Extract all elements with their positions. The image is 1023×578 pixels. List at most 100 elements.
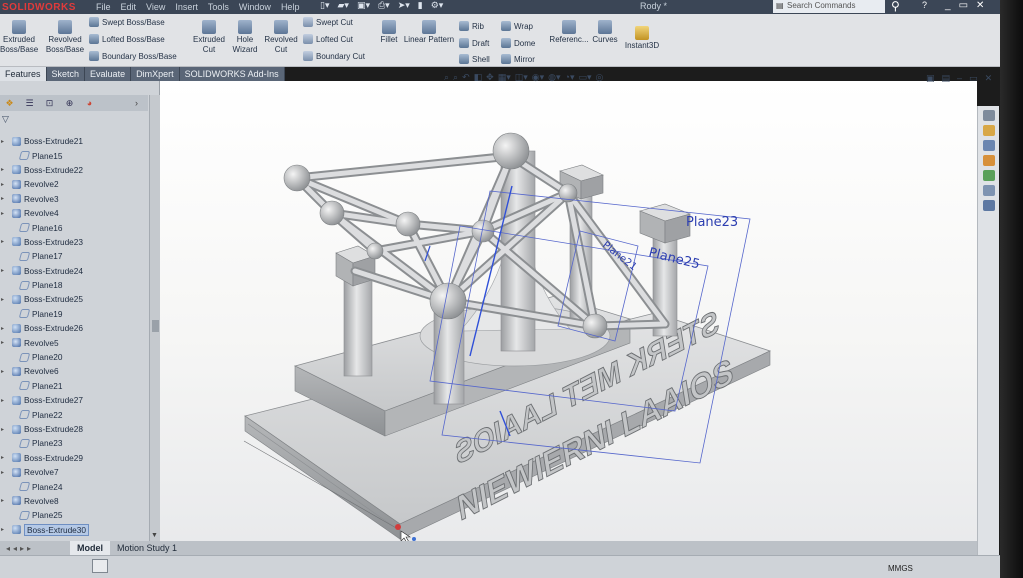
menu-tools[interactable]: Tools [208, 2, 229, 12]
status-toggle-button[interactable] [92, 559, 108, 573]
feature-tree-item[interactable]: ▸ Revolve5 [0, 335, 148, 349]
display-manager-icon[interactable]: ◕ [84, 98, 95, 109]
home-icon[interactable] [982, 110, 995, 121]
search-commands-input[interactable]: ▤ Search Commands [773, 0, 885, 13]
chevron-right-icon[interactable]: › [135, 98, 138, 108]
doc-close-icon[interactable]: ✕ [985, 73, 993, 84]
wrap-button[interactable]: Wrap [501, 21, 533, 31]
feature-tree-scrollbar[interactable]: ▼ [149, 95, 160, 541]
property-manager-icon[interactable]: ☰ [24, 98, 35, 109]
feature-tree-item[interactable]: Plane16 [0, 220, 148, 234]
shell-button[interactable]: Shell [459, 54, 490, 64]
tab-evaluate[interactable]: Evaluate [85, 67, 132, 81]
feature-tree-item[interactable]: Plane24 [0, 479, 148, 493]
revolved-cut-button[interactable]: Revolved Cut [262, 20, 300, 55]
boundary-cut-button[interactable]: Boundary Cut [303, 51, 365, 61]
feature-tree-item[interactable]: ▸ Boss-Extrude25 [0, 292, 148, 306]
display-style-icon[interactable]: ◫▾ [515, 72, 528, 83]
instant3d-button[interactable]: Instant3D [622, 26, 662, 51]
graphics-viewport[interactable]: NIEWIERNI LAAIOS STERK MET LAAIOS Plane2… [160, 81, 977, 541]
forum-icon[interactable] [982, 200, 995, 211]
tab-features[interactable]: Features [0, 67, 47, 81]
rebuild-icon[interactable]: ▮ [418, 0, 423, 11]
expand-arrow-icon[interactable]: ▸ [1, 339, 4, 346]
configuration-manager-icon[interactable]: ⊡ [44, 98, 55, 109]
feature-tree-item[interactable]: Plane22 [0, 407, 148, 421]
options-gear-icon[interactable]: ⚙▾ [431, 0, 444, 11]
dome-button[interactable]: Dome [501, 38, 535, 48]
feature-tree-item[interactable]: Plane17 [0, 249, 148, 263]
previous-view-icon[interactable]: ↶ [462, 72, 470, 83]
fillet-button[interactable]: Fillet [377, 20, 401, 45]
feature-tree-item[interactable]: Plane19 [0, 307, 148, 321]
feature-tree-item[interactable]: Plane25 [0, 508, 148, 522]
dimxpert-manager-icon[interactable]: ⊕ [64, 98, 75, 109]
expand-arrow-icon[interactable]: ▸ [1, 469, 4, 476]
feature-tree-item[interactable]: ▸ Boss-Extrude29 [0, 451, 148, 465]
zoom-to-fit-icon[interactable]: ⌕ [444, 72, 449, 83]
help-button[interactable]: ? [922, 0, 927, 10]
expand-arrow-icon[interactable]: ▸ [1, 267, 4, 274]
feature-tree-item[interactable]: ▸ Revolve2 [0, 177, 148, 191]
feature-tree-item[interactable]: ▸ Boss-Extrude30 [0, 523, 148, 537]
feature-tree-item[interactable]: ▸ Revolve4 [0, 206, 148, 220]
feature-tree-item[interactable]: ▸ Revolve7 [0, 465, 148, 479]
menu-help[interactable]: Help [281, 2, 300, 12]
extruded-boss-button[interactable]: Extruded Boss/Base [0, 20, 38, 55]
new-document-icon[interactable]: ▯▾ [320, 0, 329, 11]
expand-arrow-icon[interactable]: ▸ [1, 526, 4, 533]
feature-tree-item[interactable]: Plane21 [0, 379, 148, 393]
menu-view[interactable]: View [146, 2, 165, 12]
feature-tree-item[interactable]: Plane23 [0, 436, 148, 450]
expand-arrow-icon[interactable]: ▸ [1, 238, 4, 245]
apply-scene-icon[interactable]: ◔▾ [565, 72, 575, 83]
feature-tree-item[interactable]: ▸ Revolve6 [0, 364, 148, 378]
feature-tree-icon[interactable]: ❖ [4, 98, 15, 109]
draft-button[interactable]: Draft [459, 38, 489, 48]
expand-arrow-icon[interactable]: ▸ [1, 210, 4, 217]
boundary-boss-button[interactable]: Boundary Boss/Base [89, 51, 177, 61]
expand-arrow-icon[interactable]: ▸ [1, 454, 4, 461]
restore-button[interactable]: ▭ [959, 0, 968, 11]
reference-geometry-button[interactable]: Referenc... [548, 20, 590, 45]
print-icon[interactable]: ⎙▾ [378, 0, 390, 11]
expand-arrow-icon[interactable]: ▸ [1, 166, 4, 173]
dynamic-annotation-icon[interactable]: ✥ [486, 72, 494, 83]
feature-tree-item[interactable]: ▸ Boss-Extrude28 [0, 422, 148, 436]
hide-show-items-icon[interactable]: ◉▾ [532, 72, 544, 83]
expand-arrow-icon[interactable]: ▸ [1, 426, 4, 433]
edit-appearance-icon[interactable]: ◍▾ [548, 72, 560, 83]
appearances-icon[interactable] [982, 170, 995, 181]
curves-button[interactable]: Curves [590, 20, 620, 45]
tab-addins[interactable]: SOLIDWORKS Add-Ins [179, 67, 285, 81]
split-view-icon[interactable]: ▣ [926, 73, 935, 84]
expand-arrow-icon[interactable]: ▸ [1, 397, 4, 404]
expand-arrow-icon[interactable]: ▸ [1, 195, 4, 202]
feature-tree-item[interactable]: ▸ Boss-Extrude24 [0, 264, 148, 278]
feature-tree-item[interactable]: ▸ Boss-Extrude23 [0, 235, 148, 249]
section-view-icon[interactable]: ◧ [474, 72, 483, 83]
swept-boss-button[interactable]: Swept Boss/Base [89, 17, 165, 27]
tile-icon[interactable]: ▤ [942, 73, 951, 84]
feature-tree-item[interactable]: ▸ Boss-Extrude26 [0, 321, 148, 335]
feature-tree-item[interactable]: ▸ Boss-Extrude27 [0, 393, 148, 407]
doc-restore-icon[interactable]: ▭ [969, 73, 978, 84]
render-tools-icon[interactable]: ◎ [596, 72, 604, 83]
lofted-cut-button[interactable]: Lofted Cut [303, 34, 353, 44]
filter-icon[interactable]: ▽ [2, 114, 9, 125]
zoom-to-area-icon[interactable]: ⌕ [453, 72, 458, 83]
feature-tree-item[interactable]: ▸ Revolve8 [0, 494, 148, 508]
unit-system-selector[interactable]: MMGS [888, 564, 913, 573]
tab-motion-study[interactable]: Motion Study 1 [110, 541, 184, 555]
extruded-cut-button[interactable]: Extruded Cut [190, 20, 228, 55]
mirror-button[interactable]: Mirror [501, 54, 535, 64]
close-button[interactable]: ✕ [976, 0, 984, 11]
scroll-down-icon[interactable]: ▼ [151, 532, 158, 539]
menu-window[interactable]: Window [239, 2, 271, 12]
feature-tree-item[interactable]: Plane15 [0, 148, 148, 162]
tab-sketch[interactable]: Sketch [46, 67, 86, 81]
tab-navigation-arrows[interactable]: ◂◂▸▸ [0, 544, 70, 553]
minimize-button[interactable]: _ [945, 0, 951, 11]
feature-tree-item[interactable]: ▸ Boss-Extrude22 [0, 163, 148, 177]
swept-cut-button[interactable]: Swept Cut [303, 17, 353, 27]
